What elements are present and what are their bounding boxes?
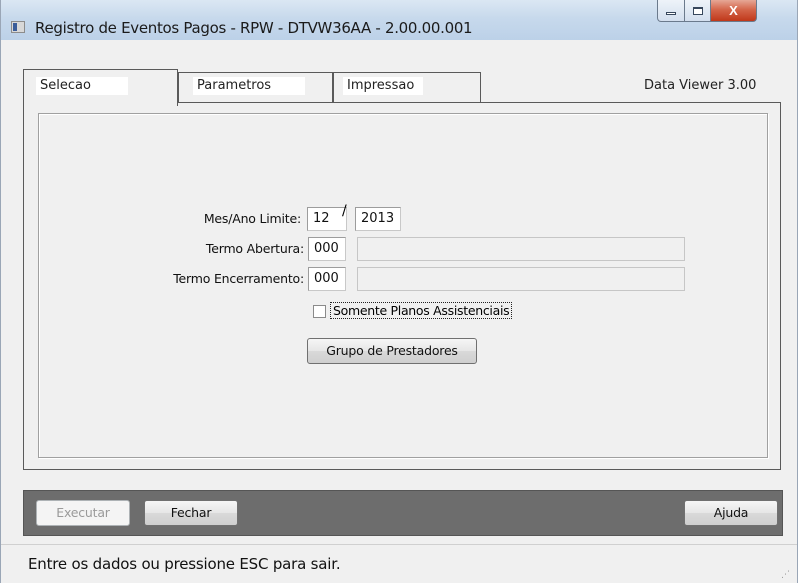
fechar-button[interactable]: Fechar [144,500,238,526]
tab-impressao-label: Impressao [343,77,423,95]
maximize-button[interactable] [685,0,711,22]
tab-impressao[interactable]: Impressao [333,72,481,103]
termo-abertura-label: Termo Abertura: [205,241,304,256]
caption-buttons: X [657,0,757,26]
mes-input[interactable]: 12 [307,207,347,231]
tab-parametros-label: Parametros [193,77,305,95]
termo-encerramento-description [357,267,685,291]
data-viewer-version: Data Viewer 3.00 [644,78,757,93]
app-icon [11,21,25,33]
maximize-icon [692,6,703,15]
status-bar: Entre os dados ou pressione ESC para sai… [1,544,797,583]
action-bar: Executar Fechar Ajuda [23,490,783,536]
minimize-button[interactable] [657,0,685,22]
close-icon: X [729,3,738,18]
close-button[interactable]: X [711,0,757,22]
somente-planos-checkbox[interactable] [313,305,326,318]
tab-selecao[interactable]: Selecao [23,69,178,106]
termo-abertura-code-input[interactable]: 000 [308,237,346,261]
app-window: Registro de Eventos Pagos - RPW - DTVW36… [0,0,798,583]
termo-abertura-description [357,237,685,261]
somente-planos-label[interactable]: Somente Planos Assistenciais [330,302,513,319]
mes-ano-separator: / [342,203,347,219]
termo-encerramento-label: Termo Encerramento: [173,271,304,286]
executar-button[interactable]: Executar [36,500,130,526]
grupo-prestadores-button[interactable]: Grupo de Prestadores [307,338,477,364]
window-title: Registro de Eventos Pagos - RPW - DTVW36… [35,19,473,37]
tab-parametros[interactable]: Parametros [178,72,333,103]
resize-grip-icon[interactable]: ⋰ [781,569,791,579]
termo-encerramento-code-input[interactable]: 000 [308,267,346,291]
title-bar: Registro de Eventos Pagos - RPW - DTVW36… [1,0,797,40]
mes-ano-label: Mes/Ano Limite: [203,211,301,226]
tab-selecao-label: Selecao [36,77,128,95]
status-message: Entre os dados ou pressione ESC para sai… [28,555,341,573]
ajuda-button[interactable]: Ajuda [684,500,778,526]
ano-input[interactable]: 2013 [355,207,401,231]
minimize-icon [666,12,676,15]
